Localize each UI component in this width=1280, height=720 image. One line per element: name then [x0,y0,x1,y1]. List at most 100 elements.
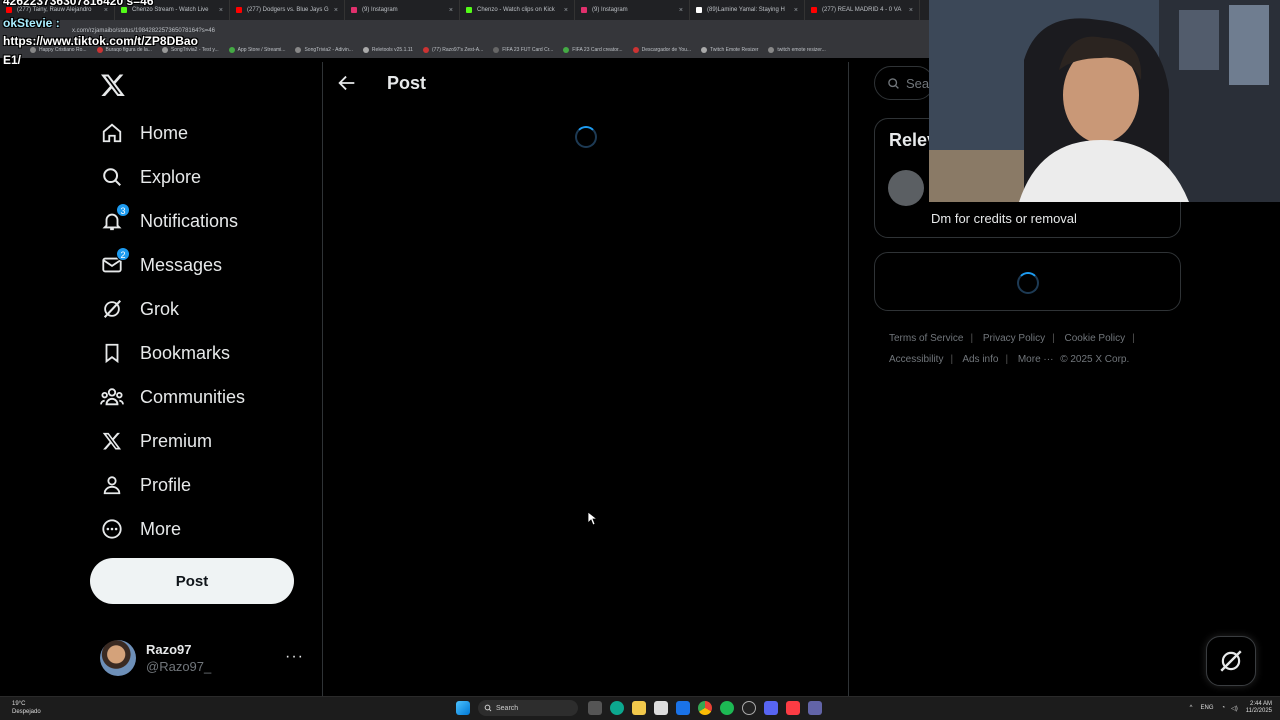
bookmark-item[interactable]: Descargador de You... [632,47,692,53]
browser-tab[interactable]: (277) REAL MADRID 4 - 0 VA × [805,0,920,20]
tab-label: (277) Dodgers vs. Blue Jays G [247,7,329,13]
close-icon[interactable]: × [905,7,913,14]
browser-tab[interactable]: (277) Dodgers vs. Blue Jays G × [230,0,345,20]
clock[interactable]: 2:44 AM 11/2/2025 [1246,701,1272,715]
tab-favicon-icon [236,7,242,13]
chevron-up-icon[interactable]: ^ [1190,705,1193,711]
bookmark-favicon-icon [362,47,369,53]
nav-item-messages[interactable]: 2 Messages [96,243,245,287]
nav-label: Communities [140,386,246,407]
webcam-overlay [929,0,1280,202]
footer-link-privacy[interactable]: Privacy Policy [983,333,1045,344]
bookmark-label: FIFA 23 FUT Card Cr... [502,47,554,53]
bookmark-item[interactable]: (77) Razo97's Zest-A... [422,47,484,53]
footer-link-cookie[interactable]: Cookie Policy [1065,333,1126,344]
weather-condition: Despejado [12,709,41,715]
close-icon[interactable]: × [445,7,453,14]
people-icon [100,385,124,409]
close-icon[interactable]: × [675,7,683,14]
mail-icon[interactable] [676,701,690,715]
teams-icon[interactable] [808,701,822,715]
close-icon[interactable]: × [790,7,798,14]
music-icon[interactable] [786,701,800,715]
nav-item-bookmarks[interactable]: Bookmarks [96,331,245,375]
taskbar-search[interactable]: Search [478,700,578,716]
more-dots-icon[interactable]: ··· [285,648,304,666]
bookmark-item[interactable]: App Store / Streami... [228,47,286,53]
overlay-chat-link: https://www.tiktok.com/t/ZP8DBao [3,34,198,48]
browser-tab[interactable]: (9) Instagram × [345,0,460,20]
calendar-icon[interactable] [654,701,668,715]
nav-label: Profile [140,474,192,495]
bookmark-item[interactable]: Reletools v25.1.11 [362,47,413,53]
nav-item-home[interactable]: Home [96,111,245,155]
browser-tab[interactable]: Chenzo - Watch clips on Kick × [460,0,575,20]
bookmark-item[interactable]: twitch emote resizer... [768,47,826,53]
nav-label: Home [140,122,189,143]
overlay-chat-line-4: E1/ [3,53,22,67]
chrome-icon[interactable] [698,701,712,715]
close-icon[interactable]: × [560,7,568,14]
grok-floating-button[interactable] [1206,636,1256,686]
footer-link-terms[interactable]: Terms of Service [889,333,963,344]
footer-link-more[interactable]: More ··· [1018,354,1054,365]
x-logo-icon [100,429,124,453]
bell-icon: 3 [100,203,130,233]
bookmark-item[interactable]: SongTrivia2 - Adivin... [295,47,353,53]
primary-nav: Home Explore 3 Notifications 2 Messages … [96,111,245,551]
discord-icon[interactable] [764,701,778,715]
grok-icon [1220,650,1242,672]
nav-item-profile[interactable]: Profile [96,463,245,507]
bookmark-item[interactable]: FIFA 23 Card creator... [563,47,623,53]
spotify-icon[interactable] [720,701,734,715]
close-icon[interactable]: × [330,7,338,14]
bookmark-label: Descargador de You... [641,47,692,53]
nav-item-explore[interactable]: Explore [96,155,245,199]
search-icon [100,165,124,189]
footer-link-accessibility[interactable]: Accessibility [889,354,943,365]
overlay-chat-user: okStevie : [3,16,60,30]
nav-item-notifications[interactable]: 3 Notifications [96,199,245,243]
messages-badge: 2 [116,247,130,261]
browser-tab[interactable]: (89)Lamine Yamal: Staying H × [690,0,805,20]
avatar[interactable] [888,170,924,206]
back-arrow-icon[interactable] [336,72,358,94]
browser-tab[interactable]: (9) Instagram × [575,0,690,20]
bookmark-label: App Store / Streami... [237,47,286,53]
account-switcher[interactable]: Razo97 @Razo97_ ··· [100,638,310,678]
close-icon[interactable]: × [215,7,223,14]
bookmark-label: Reletools v25.1.11 [371,47,413,53]
post-button[interactable]: Post [90,558,294,604]
wifi-icon[interactable]: ◔ [1222,705,1226,711]
clock-date: 11/2/2025 [1245,708,1272,714]
bookmark-favicon-icon [295,47,302,53]
search-input[interactable]: Search [874,66,934,100]
search-icon [484,704,492,712]
volume-icon[interactable]: ◁) [1231,705,1238,712]
search-icon [888,77,899,89]
bookmark-item[interactable]: Twitch Emote Resizer [701,47,758,53]
nav-item-communities[interactable]: Communities [96,375,245,419]
tab-favicon-icon [811,7,817,13]
account-name: Razo97 [146,642,192,657]
task-view-icon[interactable] [588,701,602,715]
nav-item-grok[interactable]: Grok [96,287,245,331]
footer-link-ads-info[interactable]: Ads info [962,354,998,365]
windows-start-icon[interactable] [456,701,470,715]
file-explorer-icon[interactable] [632,701,646,715]
obs-icon[interactable] [742,701,756,715]
nav-item-more[interactable]: More [96,507,245,551]
weather-widget[interactable]: 19°C Despejado [12,700,41,716]
nav-item-premium[interactable]: Premium [96,419,245,463]
edge-icon[interactable] [610,701,624,715]
bookmark-item[interactable]: FIFA 23 FUT Card Cr... [493,47,553,53]
tab-favicon-icon [466,7,472,13]
bookmark-label: (77) Razo97's Zest-A... [431,47,484,53]
os-taskbar: 19°C Despejado Search ^ ENG ◔ ◁) 2:44 AM… [0,696,1280,720]
language-indicator[interactable]: ENG [1200,705,1213,711]
tab-label: (9) Instagram [592,7,628,13]
page-title: Post [387,73,427,93]
bookmark-icon [100,341,124,365]
x-logo-icon[interactable] [100,72,126,98]
nav-label: Grok [140,298,180,319]
